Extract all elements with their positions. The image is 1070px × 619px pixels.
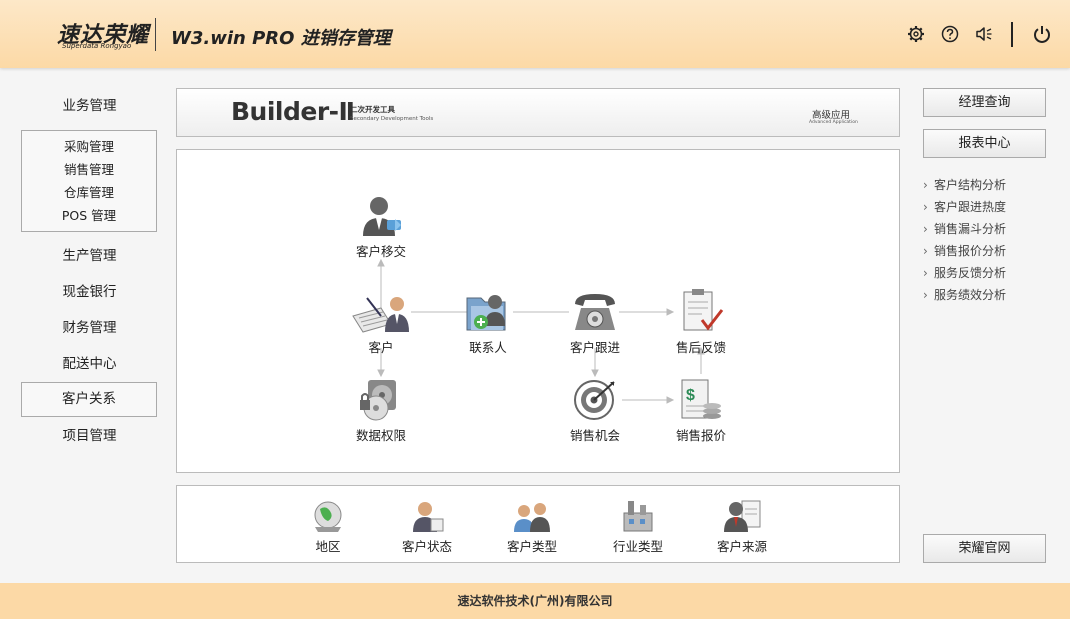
customer-ledger-icon — [352, 297, 409, 333]
report-link-customer-structure[interactable]: › 客户结构分析 — [923, 175, 1046, 195]
gear-icon[interactable] — [906, 24, 926, 44]
flow-label: 联系人 — [469, 340, 507, 355]
nav-delivery[interactable]: 配送中心 — [22, 349, 157, 379]
nav-production[interactable]: 生产管理 — [22, 241, 157, 271]
person-status-icon — [413, 502, 444, 532]
customer-settings-panel: 地区 客户状态 客户类型 行业类型 客户来源 — [176, 485, 900, 563]
power-icon[interactable] — [1032, 24, 1052, 44]
settings-label: 客户来源 — [716, 539, 767, 554]
nav-warehouse[interactable]: 仓库管理 — [22, 182, 156, 204]
contact-folder-icon — [466, 295, 506, 331]
nav-pos[interactable]: POS 管理 — [22, 205, 156, 227]
people-group-icon — [514, 503, 550, 532]
settings-label: 地区 — [315, 539, 341, 554]
nav-finance[interactable]: 财务管理 — [22, 313, 157, 343]
chevron-right-icon: › — [923, 200, 928, 214]
builder-banner: Builder-Ⅱ 二次开发工具 Secondary Development T… — [176, 88, 900, 137]
flow-connectors — [377, 258, 705, 404]
invoice-money-icon: $ — [681, 379, 721, 419]
flow-label: 客户 — [368, 340, 394, 355]
logo-divider — [155, 18, 156, 51]
chevron-right-icon: › — [923, 178, 928, 192]
chevron-right-icon: › — [923, 288, 928, 302]
settings-customer-type[interactable]: 客户类型 — [487, 499, 577, 555]
clipboard-check-icon — [683, 289, 724, 331]
nav-sales[interactable]: 销售管理 — [22, 159, 156, 181]
report-link-service-feedback[interactable]: › 服务反馈分析 — [923, 263, 1046, 283]
nav-submenu-box: 采购管理 销售管理 仓库管理 POS 管理 — [21, 130, 157, 232]
settings-customer-status[interactable]: 客户状态 — [382, 499, 472, 555]
globe-icon — [314, 501, 342, 532]
nav-project[interactable]: 项目管理 — [22, 421, 157, 451]
flow-label: 销售报价 — [675, 428, 726, 443]
header-divider — [1011, 22, 1013, 47]
settings-label: 客户类型 — [506, 539, 557, 554]
flow-label: 客户跟进 — [569, 340, 620, 355]
logo-subtitle: Superdata Rongyao — [62, 42, 132, 50]
speaker-mute-icon[interactable] — [974, 24, 994, 44]
report-link-followup-heat[interactable]: › 客户跟进热度 — [923, 197, 1046, 217]
advanced-app-sublabel: Advanced Application — [809, 120, 858, 125]
official-site-button[interactable]: 荣耀官网 — [923, 534, 1046, 563]
flow-node-customer-transfer[interactable]: 客户移交 — [336, 192, 426, 260]
crm-flow-panel: 客户移交 客户 联系人 客户跟进 售后反馈 数据权限 销售机会 $ 销售报价 — [176, 149, 900, 473]
chevron-right-icon: › — [923, 244, 928, 258]
svg-text:$: $ — [686, 387, 695, 404]
banner-subtitle-en: Secondary Development Tools — [350, 116, 434, 122]
app-title: W3.win PRO 进销存管理 — [171, 28, 391, 49]
flow-node-quote[interactable]: $ 销售报价 — [656, 378, 746, 444]
person-transfer-icon — [363, 197, 401, 236]
nav-crm-active[interactable]: 客户关系 — [21, 382, 157, 417]
flow-node-contact[interactable]: 联系人 — [443, 288, 533, 356]
settings-label: 行业类型 — [612, 539, 663, 554]
person-document-icon — [724, 500, 761, 532]
nav-cash-bank[interactable]: 现金银行 — [22, 277, 157, 307]
flow-node-data-permission[interactable]: 数据权限 — [336, 378, 426, 444]
footer-bar: 速达软件技术(广州)有限公司 — [0, 583, 1070, 619]
flow-node-followup[interactable]: 客户跟进 — [550, 288, 640, 356]
chevron-right-icon: › — [923, 266, 928, 280]
chevron-right-icon: › — [923, 222, 928, 236]
report-center-button[interactable]: 报表中心 — [923, 129, 1046, 158]
telephone-icon — [575, 294, 615, 330]
flow-label: 客户移交 — [355, 244, 406, 259]
factory-icon — [623, 501, 653, 532]
report-link-service-performance[interactable]: › 服务绩效分析 — [923, 285, 1046, 305]
banner-subtitle-cn: 二次开发工具 — [350, 105, 395, 114]
help-icon[interactable] — [940, 24, 960, 44]
flow-node-opportunity[interactable]: 销售机会 — [550, 378, 640, 444]
settings-industry-type[interactable]: 行业类型 — [593, 499, 683, 555]
flow-label: 销售机会 — [569, 428, 620, 443]
disc-lock-icon — [360, 380, 396, 421]
target-icon — [574, 380, 615, 420]
banner-title: Builder-Ⅱ — [231, 97, 355, 126]
flow-label: 售后反馈 — [675, 340, 726, 355]
settings-region[interactable]: 地区 — [283, 499, 373, 555]
company-name: 速达软件技术(广州)有限公司 — [457, 594, 613, 608]
nav-business-management[interactable]: 业务管理 — [22, 91, 157, 121]
manager-query-button[interactable]: 经理查询 — [923, 88, 1046, 117]
nav-purchase[interactable]: 采购管理 — [22, 136, 156, 158]
flow-label: 数据权限 — [355, 428, 406, 443]
header-bar: 速达荣耀 Superdata Rongyao W3.win PRO 进销存管理 — [0, 0, 1070, 68]
settings-label: 客户状态 — [401, 539, 452, 554]
advanced-app-label[interactable]: 高级应用 — [812, 107, 850, 121]
report-link-sales-quote[interactable]: › 销售报价分析 — [923, 241, 1046, 261]
flow-node-aftersale[interactable]: 售后反馈 — [656, 288, 746, 356]
settings-customer-source[interactable]: 客户来源 — [697, 499, 787, 555]
report-link-sales-funnel[interactable]: › 销售漏斗分析 — [923, 219, 1046, 239]
flow-node-customer[interactable]: 客户 — [336, 288, 426, 356]
